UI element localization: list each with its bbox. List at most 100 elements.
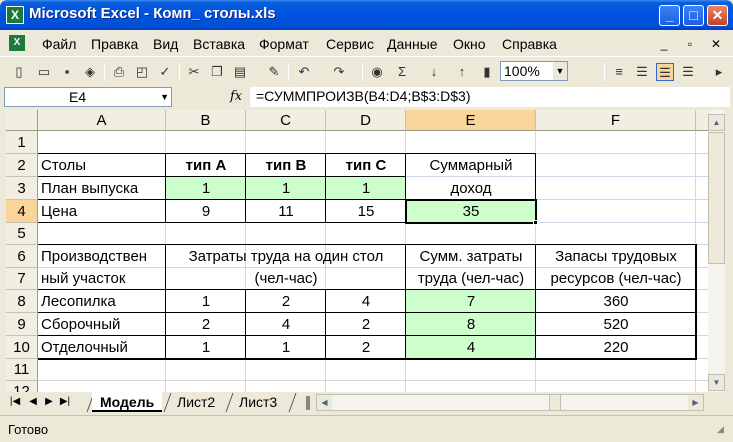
cell-b7[interactable]: (чел-час) [166, 268, 406, 290]
cell-c9[interactable]: 4 [246, 313, 326, 336]
cell-d8[interactable]: 4 [326, 290, 406, 313]
chevron-down-icon[interactable]: ▼ [160, 88, 169, 106]
resize-grip-icon[interactable]: ◢ [717, 424, 729, 436]
sheet-tab-model[interactable]: Модель [92, 392, 163, 412]
prev-sheet-icon[interactable]: ◀ [26, 396, 40, 407]
copy-icon[interactable]: ❐ [208, 63, 226, 81]
spelling-icon[interactable]: ✓ [156, 63, 174, 81]
column-header-a[interactable]: A [38, 110, 166, 131]
fill-handle[interactable] [533, 220, 538, 225]
cell-d4[interactable]: 15 [326, 200, 406, 223]
cell-a3[interactable]: План выпуска [38, 177, 166, 200]
menu-window[interactable]: Окно [453, 36, 486, 52]
cell-e9[interactable]: 8 [406, 313, 536, 336]
chart-wizard-icon[interactable]: ▮ [478, 63, 496, 81]
scroll-up-icon[interactable]: ▲ [708, 114, 725, 131]
cell-f7[interactable]: ресурсов (чел-час) [536, 268, 696, 290]
cut-icon[interactable]: ✂ [185, 63, 203, 81]
formula-input[interactable]: =СУММПРОИЗВ(B4:D4;B$3:D$3) [250, 87, 730, 107]
zoom-select[interactable]: 100% ▼ [500, 61, 568, 81]
cell-b4[interactable]: 9 [166, 200, 246, 223]
cell-f9[interactable]: 520 [536, 313, 696, 336]
paste-icon[interactable]: ▤ [231, 63, 249, 81]
row-header-8[interactable]: 8 [6, 290, 38, 313]
tab-split-handle[interactable] [306, 396, 310, 410]
cell-c4[interactable]: 11 [246, 200, 326, 223]
row-header-11[interactable]: 11 [6, 359, 38, 381]
column-header-c[interactable]: C [246, 110, 326, 131]
column-header-g[interactable] [696, 110, 708, 131]
row-header-7[interactable]: 7 [6, 268, 38, 290]
align-right-icon[interactable]: ☰ [679, 63, 697, 81]
cell-b10[interactable]: 1 [166, 336, 246, 359]
scroll-right-icon[interactable]: ▶ [688, 395, 703, 410]
cell-a6[interactable]: Производствен [38, 245, 166, 268]
row-header-4[interactable]: 4 [6, 200, 38, 223]
row-header-5[interactable]: 5 [6, 223, 38, 245]
align-center-icon[interactable]: ☰ [656, 63, 674, 81]
column-header-d[interactable]: D [326, 110, 406, 131]
cell-b6[interactable]: Затраты труда на один стол [166, 245, 406, 268]
align-left-icon[interactable]: ☰ [633, 63, 651, 81]
row-header-12[interactable]: 12 [6, 381, 38, 392]
cell-c10[interactable]: 1 [246, 336, 326, 359]
row-header-1[interactable]: 1 [6, 131, 38, 154]
menu-file[interactable]: Файл [42, 36, 76, 52]
scroll-down-icon[interactable]: ▼ [708, 374, 725, 391]
save-icon[interactable]: ▪ [58, 63, 76, 81]
cell-d9[interactable]: 2 [326, 313, 406, 336]
scroll-thumb[interactable] [708, 132, 725, 264]
document-icon[interactable]: X [9, 35, 25, 51]
spreadsheet-grid[interactable]: A B C D E F 1 2 3 4 5 6 7 8 9 10 11 12 С… [6, 110, 708, 392]
row-header-3[interactable]: 3 [6, 177, 38, 200]
cell-b2[interactable]: тип A [166, 154, 246, 177]
cell-b3[interactable]: 1 [166, 177, 246, 200]
vertical-scrollbar[interactable]: ▲ ▼ [708, 110, 725, 392]
hyperlink-icon[interactable]: ◉ [368, 63, 386, 81]
minimize-button[interactable]: _ [659, 5, 680, 26]
menu-help[interactable]: Справка [502, 36, 557, 52]
cell-b9[interactable]: 2 [166, 313, 246, 336]
new-icon[interactable]: ▯ [10, 63, 28, 81]
row-header-2[interactable]: 2 [6, 154, 38, 177]
cell-d10[interactable]: 2 [326, 336, 406, 359]
cell-c8[interactable]: 2 [246, 290, 326, 313]
fx-icon[interactable]: fx [230, 89, 242, 104]
column-header-b[interactable]: B [166, 110, 246, 131]
cell-e10[interactable]: 4 [406, 336, 536, 359]
sheet-tab-list3[interactable]: Лист3 [231, 392, 285, 412]
cell-e6[interactable]: Сумм. затраты [406, 245, 536, 268]
close-button[interactable]: ✕ [707, 5, 728, 26]
cell-a2[interactable]: Столы [38, 154, 166, 177]
last-sheet-icon[interactable]: ▶| [58, 396, 72, 407]
scroll-thumb[interactable] [549, 395, 561, 410]
sheet-tab-list2[interactable]: Лист2 [169, 392, 223, 412]
cell-b8[interactable]: 1 [166, 290, 246, 313]
cell-d3[interactable]: 1 [326, 177, 406, 200]
menu-format[interactable]: Формат [259, 36, 309, 52]
cell-c3[interactable]: 1 [246, 177, 326, 200]
doc-restore-button[interactable]: ▫ [683, 37, 697, 51]
cell-e8[interactable]: 7 [406, 290, 536, 313]
cell-d2[interactable]: тип C [326, 154, 406, 177]
row-header-10[interactable]: 10 [6, 336, 38, 359]
row-header-9[interactable]: 9 [6, 313, 38, 336]
name-box[interactable]: E4 ▼ [4, 87, 172, 107]
cell-e7[interactable]: труда (чел-час) [406, 268, 536, 290]
column-header-f[interactable]: F [536, 110, 696, 131]
doc-close-button[interactable]: ✕ [709, 37, 723, 51]
excel-app-icon[interactable]: X [6, 6, 24, 24]
cell-a10[interactable]: Отделочный [38, 336, 166, 359]
redo-icon[interactable]: ↷ [330, 63, 348, 81]
menu-data[interactable]: Данные [387, 36, 438, 52]
chevron-down-icon[interactable]: ▼ [553, 62, 567, 80]
open-icon[interactable]: ▭ [35, 63, 53, 81]
print-icon[interactable]: ⎙ [110, 63, 128, 81]
sort-descending-icon[interactable]: ↑ [453, 63, 471, 81]
cell-a8[interactable]: Лесопилка [38, 290, 166, 313]
autosum-icon[interactable]: Σ [393, 63, 411, 81]
cell-f6[interactable]: Запасы трудовых [536, 245, 696, 268]
maximize-button[interactable]: □ [683, 5, 704, 26]
print-preview-icon[interactable]: ◰ [133, 63, 151, 81]
permission-icon[interactable]: ◈ [81, 63, 99, 81]
